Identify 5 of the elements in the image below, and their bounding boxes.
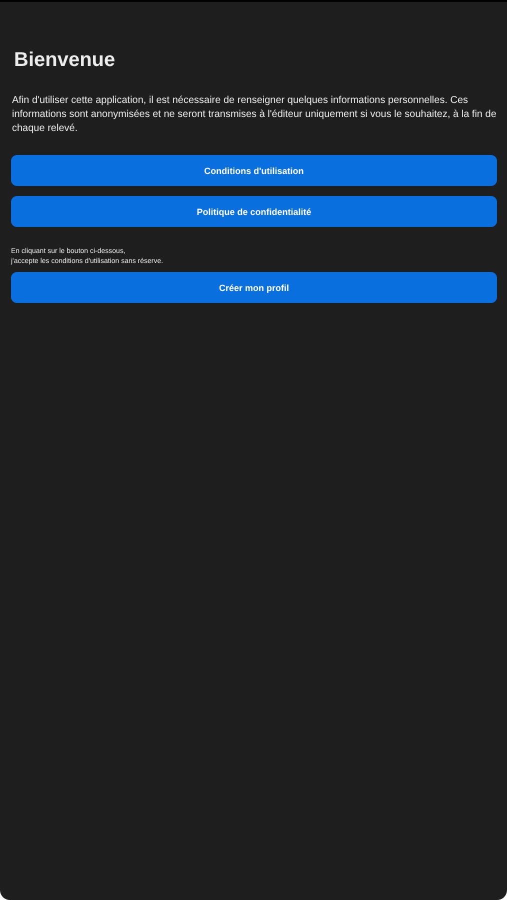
create-profile-button[interactable]: Créer mon profil: [11, 272, 497, 303]
link-button[interactable]: Conditions d'utilisation: [11, 155, 497, 186]
link-button[interactable]: Politique de confidentialité: [11, 196, 497, 227]
intro-text: Afin d'utiliser cette application, il est nécessaire de renseigner quelques informations personnelles. Ces informations sont anonymisées et ne seront transmises à l'éditeur uniquement si vous le souhaitez, à la fin de chaque relevé.: [12, 94, 497, 136]
page-title: Bienvenue: [14, 48, 116, 73]
